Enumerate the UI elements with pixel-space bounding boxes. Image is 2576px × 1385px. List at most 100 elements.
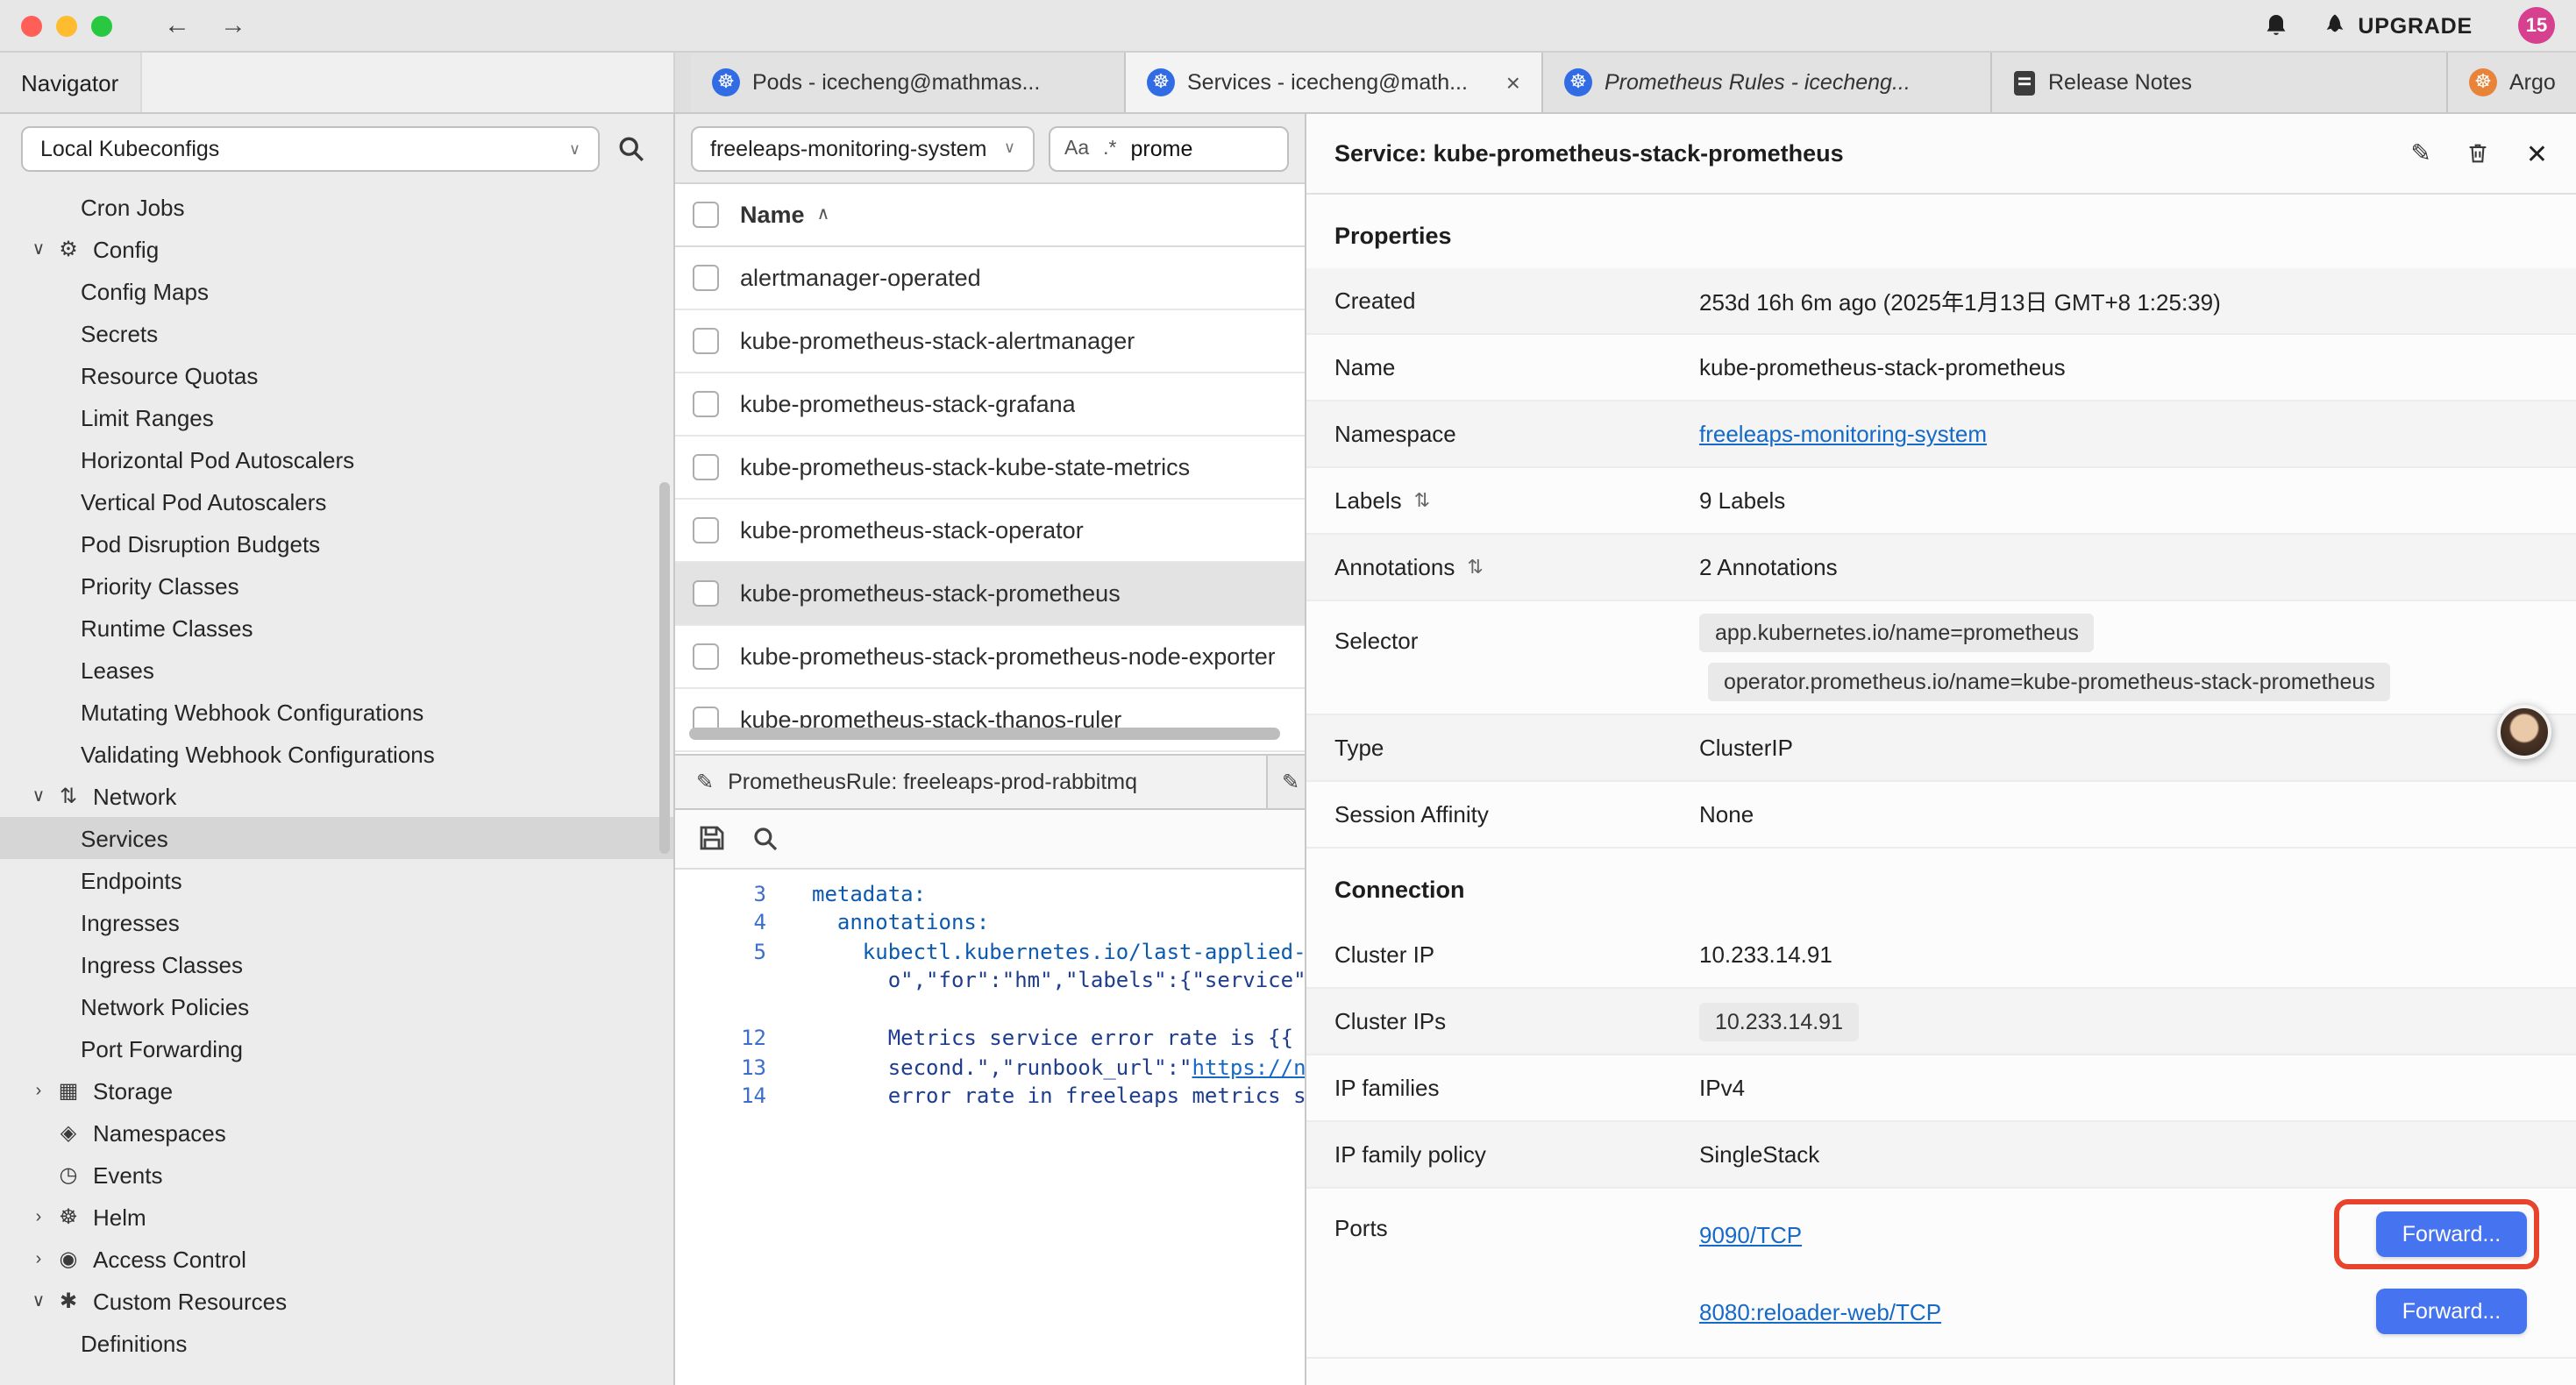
kubeconfig-selector[interactable]: Local Kubeconfigs ∨	[21, 126, 600, 172]
sidebar-item-config-maps[interactable]: Config Maps	[0, 270, 673, 312]
back-button[interactable]: ←	[158, 11, 196, 40]
chevron-right-icon: ›	[25, 1081, 53, 1100]
table-row-kube-prometheus-stack-prometheus-node-expo[interactable]: kube-prometheus-stack-prometheus-node-ex…	[675, 626, 1305, 689]
table-row-kube-prometheus-stack-grafana[interactable]: kube-prometheus-stack-grafana	[675, 373, 1305, 437]
regex-toggle[interactable]: .*	[1103, 138, 1116, 159]
sidebar-item-priority-classes[interactable]: Priority Classes	[0, 565, 673, 607]
row-checkbox[interactable]	[693, 391, 719, 417]
sidebar-item-label: Secrets	[81, 320, 158, 346]
minimize-window-button[interactable]	[56, 15, 77, 36]
release-notes-icon	[2013, 69, 2036, 96]
forward-button[interactable]: Forward...	[2376, 1211, 2527, 1257]
delete-service-icon[interactable]	[2466, 140, 2491, 167]
sidebar-item-limit-ranges[interactable]: Limit Ranges	[0, 396, 673, 438]
detail-row-ports: Ports9090/TCPForward...8080:reloader-web…	[1306, 1189, 2576, 1359]
sidebar-item-leases[interactable]: Leases	[0, 649, 673, 691]
forward-button[interactable]: →	[214, 11, 253, 40]
sidebar-item-network[interactable]: ∨⇅Network	[0, 775, 673, 817]
editor-code	[766, 995, 1305, 1024]
detail-label: Selector	[1334, 628, 1418, 654]
detail-label: IP families	[1334, 1075, 1439, 1101]
sidebar-item-storage[interactable]: ›▦Storage	[0, 1069, 673, 1112]
edit-service-icon[interactable]: ✎	[2410, 138, 2430, 168]
sidebar-search-icon[interactable]	[617, 135, 645, 163]
sidebar-item-cron-jobs[interactable]: Cron Jobs	[0, 186, 673, 228]
sidebar-item-access-control[interactable]: ›◉Access Control	[0, 1238, 673, 1280]
sidebar-item-secrets[interactable]: Secrets	[0, 312, 673, 354]
sidebar-item-pod-disruption-budgets[interactable]: Pod Disruption Budgets	[0, 522, 673, 565]
sidebar-item-port-forwarding[interactable]: Port Forwarding	[0, 1027, 673, 1069]
detail-value: SingleStack	[1699, 1141, 2562, 1168]
close-detail-icon[interactable]: ✕	[2526, 138, 2548, 169]
row-checkbox[interactable]	[693, 643, 719, 670]
sidebar-item-custom-resources[interactable]: ∨✱Custom Resources	[0, 1280, 673, 1322]
sidebar-item-namespaces[interactable]: ◈Namespaces	[0, 1112, 673, 1154]
notification-count-badge[interactable]: 15	[2518, 7, 2555, 44]
tab-services-icecheng-math[interactable]: ☸Services - icecheng@math...×	[1126, 53, 1543, 112]
sidebar-item-mutating-webhook-configurations[interactable]: Mutating Webhook Configurations	[0, 691, 673, 733]
sidebar-scrollbar[interactable]	[659, 482, 670, 854]
table-row-prometheus-adapter[interactable]: prometheus-adapter	[675, 752, 1305, 753]
select-all-checkbox[interactable]	[693, 202, 719, 228]
table-row-alertmanager-operated[interactable]: alertmanager-operated	[675, 247, 1305, 310]
notifications-bell-icon[interactable]	[2261, 11, 2289, 40]
detail-label: Labels	[1334, 487, 1402, 514]
table-row-kube-prometheus-stack-kube-state-metrics[interactable]: kube-prometheus-stack-kube-state-metrics	[675, 437, 1305, 500]
close-window-button[interactable]	[21, 15, 42, 36]
sidebar-item-definitions[interactable]: Definitions	[0, 1322, 673, 1364]
sidebar-item-helm[interactable]: ›☸Helm	[0, 1196, 673, 1238]
line-number: 13	[675, 1053, 766, 1082]
tab-prometheus-rules-icecheng[interactable]: ☸Prometheus Rules - icecheng...	[1543, 53, 1992, 112]
sidebar-item-horizontal-pod-autoscalers[interactable]: Horizontal Pod Autoscalers	[0, 438, 673, 480]
tab-release-notes[interactable]: Release Notes	[1992, 53, 2448, 112]
tab-argo-s[interactable]: ☸Argo S	[2448, 53, 2576, 112]
search-input[interactable]: Aa .* prome	[1049, 125, 1289, 171]
section-heading-properties: Properties	[1306, 195, 2576, 268]
upgrade-button[interactable]: UPGRADE	[2321, 12, 2473, 39]
service-name: kube-prometheus-stack-prometheus-node-ex…	[740, 643, 1276, 670]
sidebar-item-ingress-classes[interactable]: Ingress Classes	[0, 943, 673, 985]
name-column-header[interactable]: Name	[740, 202, 805, 228]
sidebar-item-validating-webhook-configurations[interactable]: Validating Webhook Configurations	[0, 733, 673, 775]
editor-tab-partial[interactable]: ✎	[1268, 755, 1305, 807]
window-titlebar: ← → UPGRADE 15	[0, 0, 2576, 53]
detail-title: Service: kube-prometheus-stack-prometheu…	[1334, 140, 1844, 167]
table-row-kube-prometheus-stack-alertmanager[interactable]: kube-prometheus-stack-alertmanager	[675, 310, 1305, 373]
sidebar-item-network-policies[interactable]: Network Policies	[0, 985, 673, 1027]
port-link-8080-reloader-web-tcp[interactable]: 8080:reloader-web/TCP	[1699, 1298, 1941, 1325]
sidebar-item-events[interactable]: ◷Events	[0, 1154, 673, 1196]
forward-button[interactable]: Forward...	[2376, 1289, 2527, 1334]
sidebar-item-runtime-classes[interactable]: Runtime Classes	[0, 607, 673, 649]
row-checkbox[interactable]	[693, 517, 719, 543]
sidebar-item-endpoints[interactable]: Endpoints	[0, 859, 673, 901]
table-row-kube-prometheus-stack-thanos-ruler[interactable]: kube-prometheus-stack-thanos-ruler	[675, 689, 1305, 752]
floating-avatar[interactable]	[2497, 705, 2551, 759]
tab-close-icon[interactable]: ×	[1492, 68, 1520, 96]
table-row-kube-prometheus-stack-prometheus[interactable]: kube-prometheus-stack-prometheus	[675, 563, 1305, 626]
editor-search-icon[interactable]	[752, 825, 779, 851]
save-icon[interactable]	[698, 824, 726, 852]
sidebar-item-resource-quotas[interactable]: Resource Quotas	[0, 354, 673, 396]
sidebar-item-vertical-pod-autoscalers[interactable]: Vertical Pod Autoscalers	[0, 480, 673, 522]
editor-tab-prometheusrule[interactable]: ✎ PrometheusRule: freeleaps-prod-rabbitm…	[675, 755, 1268, 807]
sidebar-item-config[interactable]: ∨⚙Config	[0, 228, 673, 270]
zoom-window-button[interactable]	[91, 15, 112, 36]
sidebar-item-ingresses[interactable]: Ingresses	[0, 901, 673, 943]
link-freeleaps-monitoring-system[interactable]: freeleaps-monitoring-system	[1699, 421, 1987, 447]
namespace-selector[interactable]: freeleaps-monitoring-system ∨	[691, 125, 1035, 171]
tab-pods-icecheng-mathmas[interactable]: ☸Pods - icecheng@mathmas...	[691, 53, 1126, 112]
sidebar-item-label: Cron Jobs	[81, 194, 185, 220]
row-checkbox[interactable]	[693, 580, 719, 607]
sidebar-item-services[interactable]: Services	[0, 817, 673, 859]
row-checkbox[interactable]	[693, 265, 719, 291]
row-checkbox[interactable]	[693, 454, 719, 480]
port-link-9090-tcp[interactable]: 9090/TCP	[1699, 1221, 1802, 1247]
yaml-editor[interactable]: 3metadata:4 annotations:5 kubectl.kubern…	[675, 869, 1305, 1385]
expand-toggle-icon[interactable]: ⇅	[1414, 489, 1430, 512]
horizontal-scrollbar[interactable]	[689, 727, 1280, 739]
match-case-toggle[interactable]: Aa	[1064, 138, 1089, 159]
service-name: kube-prometheus-stack-kube-state-metrics	[740, 454, 1190, 480]
table-row-kube-prometheus-stack-operator[interactable]: kube-prometheus-stack-operator	[675, 500, 1305, 563]
row-checkbox[interactable]	[693, 328, 719, 354]
expand-toggle-icon[interactable]: ⇅	[1467, 556, 1483, 579]
